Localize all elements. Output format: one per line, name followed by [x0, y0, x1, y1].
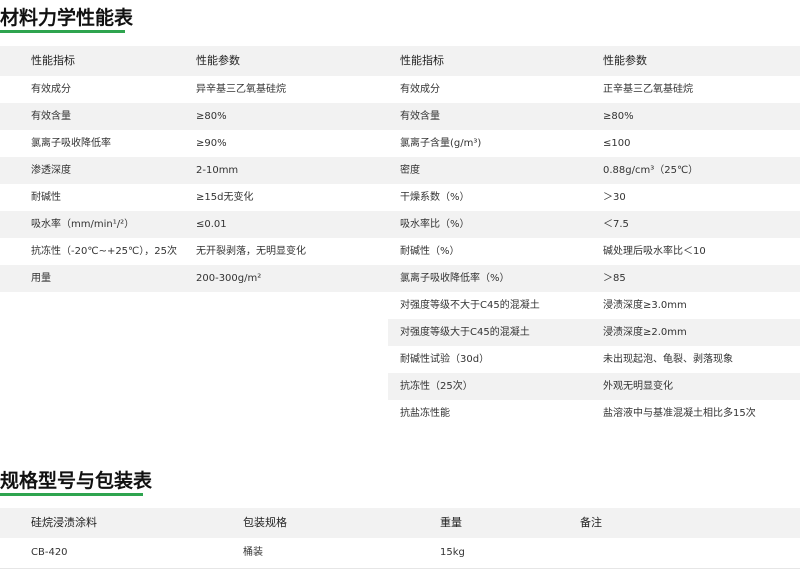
table-cell: ＞30 [603, 192, 626, 203]
table-cell: 干燥系数（%） [400, 192, 470, 203]
table-cell: 外观无明显变化 [603, 381, 673, 392]
table-cell: ≥80% [603, 111, 634, 122]
header-cell: 重量 [440, 516, 462, 529]
table-cell: 有效成分 [31, 84, 71, 95]
table-cell: 200-300g/m² [196, 273, 262, 284]
header-cell: 性能指标 [31, 54, 75, 67]
table-row: 吸水率（mm/min¹/²） ≤0.01 吸水率比（%） ＜7.5 [0, 211, 800, 238]
header-cell: 硅烷浸渍涂料 [31, 516, 97, 529]
table-cell: 15kg [440, 547, 465, 558]
table-cell: ≥80% [196, 111, 227, 122]
table-cell: ≥90% [196, 138, 227, 149]
table-cell: 有效成分 [400, 84, 440, 95]
title-underline [0, 30, 125, 33]
table-cell: 2-10mm [196, 165, 239, 176]
table-cell: 正辛基三乙氧基硅烷 [603, 84, 693, 95]
table-cell: 耐碱性试验（30d） [400, 354, 490, 365]
table-row: 有效含量 ≥80% 有效含量 ≥80% [0, 103, 800, 130]
performance-table: 性能指标 性能参数 性能指标 性能参数 有效成分 异辛基三乙氧基硅烷 有效成分 … [0, 46, 800, 427]
table-row: 对强度等级大于C45的混凝土 浸渍深度≥2.0mm [0, 319, 800, 346]
table-cell: 0.88g/cm³（25℃） [603, 165, 699, 176]
table-cell: ＜7.5 [603, 219, 629, 230]
table-cell: 氯离子含量(g/m³) [400, 138, 482, 149]
table-row: 氯离子吸收降低率 ≥90% 氯离子含量(g/m³) ≤100 [0, 130, 800, 157]
table-cell: 无开裂剥落，无明显变化 [196, 246, 306, 257]
table-row: 对强度等级不大于C45的混凝土 浸渍深度≥3.0mm [0, 292, 800, 319]
table-cell: 耐碱性（%） [400, 246, 460, 257]
section-title-spec: 规格型号与包装表 [0, 469, 152, 496]
table-cell: ≥15d无变化 [196, 192, 254, 203]
table-cell: 抗冻性（-20℃~+25℃），25次 [31, 246, 178, 257]
table-row: 用量 200-300g/m² 氯离子吸收降低率（%） ＞85 [0, 265, 800, 292]
table-cell: 氯离子吸收降低率（%） [400, 273, 510, 284]
table-row: 渗透深度 2-10mm 密度 0.88g/cm³（25℃） [0, 157, 800, 184]
table-cell: 吸水率（mm/min¹/²） [31, 219, 135, 230]
table-row: 抗盐冻性能 盐溶液中与基准混凝土相比多15次 [0, 400, 800, 427]
table-cell: CB-420 [31, 547, 68, 558]
header-cell: 性能参数 [196, 54, 240, 67]
empty-cell [0, 319, 388, 346]
table-cell: 未出现起泡、龟裂、剥落现象 [603, 354, 733, 365]
table-cell: 抗冻性（25次） [400, 381, 473, 392]
table-cell: 密度 [400, 165, 420, 176]
table-cell: 有效含量 [400, 111, 440, 122]
header-cell: 包装规格 [243, 516, 287, 529]
table-cell: 耐碱性 [31, 192, 61, 203]
table-row: 抗冻性（25次） 外观无明显变化 [0, 373, 800, 400]
table-row: 有效成分 异辛基三乙氧基硅烷 有效成分 正辛基三乙氧基硅烷 [0, 76, 800, 103]
table-cell: 桶装 [243, 547, 263, 558]
table-header-row: 硅烷浸渍涂料 包装规格 重量 备注 [0, 508, 800, 538]
table-cell: 碱处理后吸水率比＜10 [603, 246, 706, 257]
table-cell: 对强度等级大于C45的混凝土 [400, 327, 530, 338]
table-cell: 盐溶液中与基准混凝土相比多15次 [603, 408, 756, 419]
row-divider [0, 568, 800, 569]
table-cell: ≤0.01 [196, 219, 227, 230]
table-cell: 有效含量 [31, 111, 71, 122]
spec-table: 硅烷浸渍涂料 包装规格 重量 备注 CB-420 桶装 15kg [0, 508, 800, 569]
section-title-mechanics: 材料力学性能表 [0, 6, 133, 33]
header-cell: 性能参数 [603, 54, 647, 67]
table-cell: 氯离子吸收降低率 [31, 138, 111, 149]
table-header-row: 性能指标 性能参数 性能指标 性能参数 [0, 46, 800, 76]
table-row: 耐碱性试验（30d） 未出现起泡、龟裂、剥落现象 [0, 346, 800, 373]
table-cell: 浸渍深度≥3.0mm [603, 300, 687, 311]
header-cell: 性能指标 [400, 54, 444, 67]
table-cell: 对强度等级不大于C45的混凝土 [400, 300, 540, 311]
table-row: CB-420 桶装 15kg [0, 538, 800, 568]
table-cell: 用量 [31, 273, 51, 284]
table-cell: 异辛基三乙氧基硅烷 [196, 84, 286, 95]
table-cell: 吸水率比（%） [400, 219, 470, 230]
table-cell: ＞85 [603, 273, 626, 284]
table-cell: 渗透深度 [31, 165, 71, 176]
table-cell: ≤100 [603, 138, 631, 149]
header-cell: 备注 [580, 516, 602, 529]
title-underline [0, 493, 143, 496]
table-cell: 浸渍深度≥2.0mm [603, 327, 687, 338]
empty-cell [0, 373, 388, 400]
table-row: 抗冻性（-20℃~+25℃），25次 无开裂剥落，无明显变化 耐碱性（%） 碱处… [0, 238, 800, 265]
table-row: 耐碱性 ≥15d无变化 干燥系数（%） ＞30 [0, 184, 800, 211]
table-cell: 抗盐冻性能 [400, 408, 450, 419]
